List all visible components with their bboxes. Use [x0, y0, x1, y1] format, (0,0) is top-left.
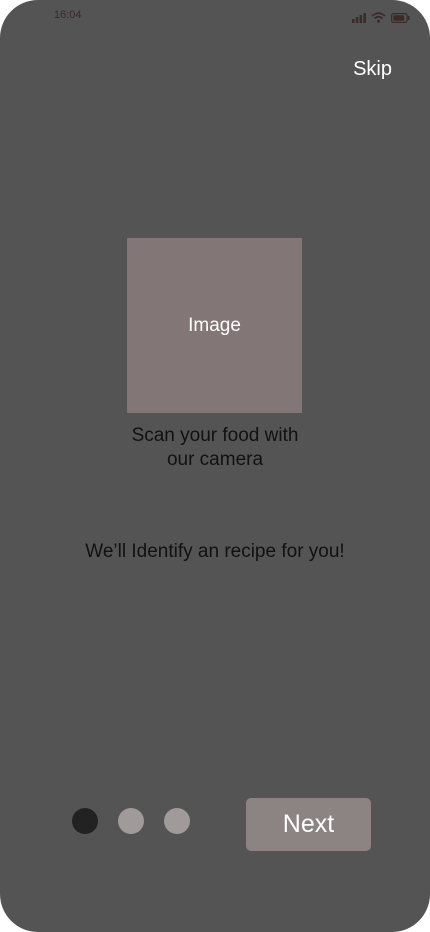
- pagination-dot-2[interactable]: [118, 808, 144, 834]
- status-bar: 16:04: [0, 0, 430, 32]
- page-title-line-2: our camera: [166, 449, 264, 470]
- phone-screen: 16:04 Skip Image Scan your food with our…: [0, 0, 430, 932]
- wifi-icon: [371, 10, 386, 28]
- battery-icon: [391, 10, 410, 28]
- page-title: Scan your food with our camera: [0, 424, 430, 472]
- pagination-dot-3[interactable]: [164, 808, 190, 834]
- status-icons: [352, 10, 410, 28]
- image-placeholder: Image: [127, 238, 302, 413]
- pagination-dots: [72, 808, 190, 834]
- next-button[interactable]: Next: [246, 798, 371, 851]
- status-time: 16:04: [54, 9, 82, 21]
- image-placeholder-label: Image: [188, 314, 241, 336]
- page-title-line-1: Scan your food with: [131, 425, 299, 446]
- pagination-dot-1[interactable]: [72, 808, 98, 834]
- page-subtitle: We’ll Identify an recipe for you!: [85, 541, 345, 562]
- skip-button[interactable]: Skip: [353, 58, 392, 81]
- signal-icon: [352, 10, 366, 28]
